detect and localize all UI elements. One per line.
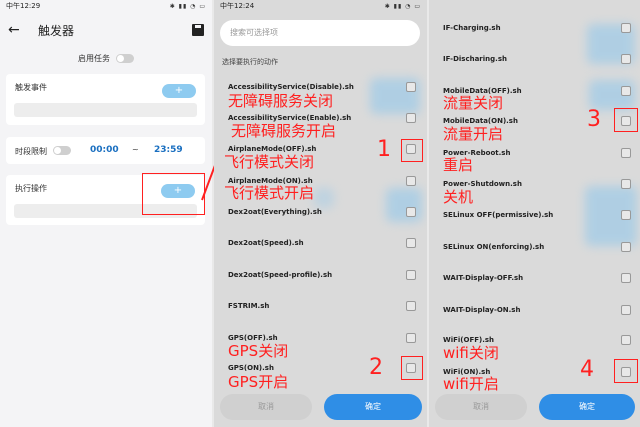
add-trigger-button[interactable]: + <box>162 84 196 98</box>
list-checkbox[interactable] <box>406 270 416 280</box>
list-item[interactable]: AccessibilityService(Enable).sh <box>228 114 351 122</box>
blurred-background <box>386 188 422 222</box>
end-time[interactable]: 23:59 <box>154 145 183 155</box>
annotation-label: 重启 <box>443 156 474 174</box>
list-item[interactable]: GPS(ON).sh <box>228 364 274 372</box>
search-input[interactable]: 搜索可选择项 <box>220 20 420 46</box>
section-label: 选择要执行的动作 <box>222 58 278 66</box>
enable-task-toggle[interactable] <box>116 53 134 63</box>
list-item[interactable]: WAIT-Display-ON.sh <box>443 306 520 314</box>
list-checkbox[interactable] <box>406 333 416 343</box>
status-icons: ✱ ▮▮ ◔ ▭ <box>169 2 206 10</box>
list-item[interactable]: WiFi(OFF).sh <box>443 336 494 344</box>
list-checkbox[interactable] <box>621 210 631 220</box>
screenshot-collage: 中午12:29 ✱ ▮▮ ◔ ▭ ← 触发器 启用任务 触发事件 + 时段限制 … <box>0 0 640 427</box>
status-time: 中午12:29 <box>6 2 41 10</box>
save-icon[interactable] <box>192 24 204 36</box>
highlight-box <box>614 359 638 383</box>
list-item[interactable]: Dex2oat(Speed).sh <box>228 239 304 247</box>
ok-button[interactable]: 确定 <box>324 394 422 420</box>
highlight-box <box>401 139 423 162</box>
time-limit-label: 时段限制 <box>15 147 47 156</box>
list-item[interactable]: IF-Charging.sh <box>443 24 501 32</box>
list-checkbox[interactable] <box>621 305 631 315</box>
action-label: 执行操作 <box>15 184 47 193</box>
list-item[interactable]: GPS(OFF).sh <box>228 334 278 342</box>
annotation-label: 飞行模式关闭 <box>224 153 315 171</box>
list-checkbox[interactable] <box>406 113 416 123</box>
annotation-label: 流量关闭 <box>443 94 504 112</box>
annotation-label: wifi关闭 <box>443 344 499 362</box>
page-title: 触发器 <box>38 23 75 38</box>
list-item[interactable]: Power-Shutdown.sh <box>443 180 522 188</box>
trigger-screen: 中午12:29 ✱ ▮▮ ◔ ▭ ← 触发器 启用任务 触发事件 + 时段限制 … <box>0 0 212 427</box>
action-picker-screen-2: IF-Charging.sh IF-Discharing.sh MobileDa… <box>429 0 640 427</box>
annotation-label: 无障碍服务开启 <box>231 122 337 140</box>
trigger-event-label: 触发事件 <box>15 83 47 92</box>
status-icons: ✱ ▮▮ ◔ ▭ <box>384 2 421 10</box>
list-item[interactable]: WAIT-Display-OFF.sh <box>443 274 523 282</box>
status-time: 中午12:24 <box>220 2 255 10</box>
annotation-label: GPS开启 <box>228 373 289 391</box>
annotation-label: 飞行模式开启 <box>224 184 315 202</box>
highlight-box <box>142 173 205 215</box>
back-arrow-icon[interactable]: ← <box>8 22 24 38</box>
annotation-label: 关机 <box>443 188 474 206</box>
action-picker-screen-1: 中午12:24 ✱ ▮▮ ◔ ▭ 搜索可选择项 选择要执行的动作 Accessi… <box>214 0 427 427</box>
enable-task-label: 启用任务 <box>78 53 110 63</box>
ok-button[interactable]: 确定 <box>539 394 635 420</box>
list-item[interactable]: Dex2oat(Speed-profile).sh <box>228 271 332 279</box>
list-checkbox[interactable] <box>621 23 631 33</box>
annotation-number: 3 <box>587 107 601 132</box>
annotation-label: 流量开启 <box>443 125 504 143</box>
highlight-box <box>401 356 423 380</box>
list-checkbox[interactable] <box>406 82 416 92</box>
list-checkbox[interactable] <box>406 207 416 217</box>
list-checkbox[interactable] <box>406 301 416 311</box>
annotation-number: 4 <box>580 357 594 382</box>
list-checkbox[interactable] <box>621 335 631 345</box>
list-item[interactable]: MobileData(ON).sh <box>443 117 518 125</box>
list-checkbox[interactable] <box>621 54 631 64</box>
list-item[interactable]: IF-Discharing.sh <box>443 55 507 63</box>
start-time[interactable]: 00:00 <box>90 145 119 155</box>
list-item[interactable]: AccessibilityService(Disable).sh <box>228 83 354 91</box>
trigger-event-field <box>14 103 197 117</box>
time-limit-card: 时段限制 00:00 ~ 23:59 <box>6 137 205 164</box>
list-item[interactable]: AirplaneMode(OFF).sh <box>228 145 316 153</box>
blurred-background <box>314 188 334 208</box>
list-item[interactable]: SELinux ON(enforcing).sh <box>443 243 544 251</box>
list-checkbox[interactable] <box>621 242 631 252</box>
annotation-label: wifi开启 <box>443 375 499 393</box>
annotation-label: 无障碍服务关闭 <box>228 92 334 110</box>
list-checkbox[interactable] <box>406 238 416 248</box>
app-bar: ← 触发器 <box>0 12 212 48</box>
trigger-event-card: 触发事件 + <box>6 74 205 125</box>
annotation-label: GPS关闭 <box>228 342 289 360</box>
status-bar: 中午12:24 ✱ ▮▮ ◔ ▭ <box>214 0 427 12</box>
time-separator: ~ <box>132 145 139 154</box>
highlight-box <box>614 108 638 132</box>
annotation-number: 2 <box>369 355 383 380</box>
list-checkbox[interactable] <box>621 148 631 158</box>
time-limit-toggle[interactable] <box>53 146 71 155</box>
annotation-number: 1 <box>377 137 391 162</box>
cancel-button[interactable]: 取消 <box>220 394 312 420</box>
list-item[interactable]: FSTRIM.sh <box>228 302 269 310</box>
list-item[interactable]: SELinux OFF(permissive).sh <box>443 211 553 219</box>
cancel-button[interactable]: 取消 <box>435 394 527 420</box>
list-checkbox[interactable] <box>621 273 631 283</box>
status-bar: 中午12:29 ✱ ▮▮ ◔ ▭ <box>0 0 212 12</box>
list-checkbox[interactable] <box>406 176 416 186</box>
list-checkbox[interactable] <box>621 86 631 96</box>
list-checkbox[interactable] <box>621 179 631 189</box>
enable-task-row: 启用任务 <box>0 48 212 68</box>
list-item[interactable]: Dex2oat(Everything).sh <box>228 208 322 216</box>
